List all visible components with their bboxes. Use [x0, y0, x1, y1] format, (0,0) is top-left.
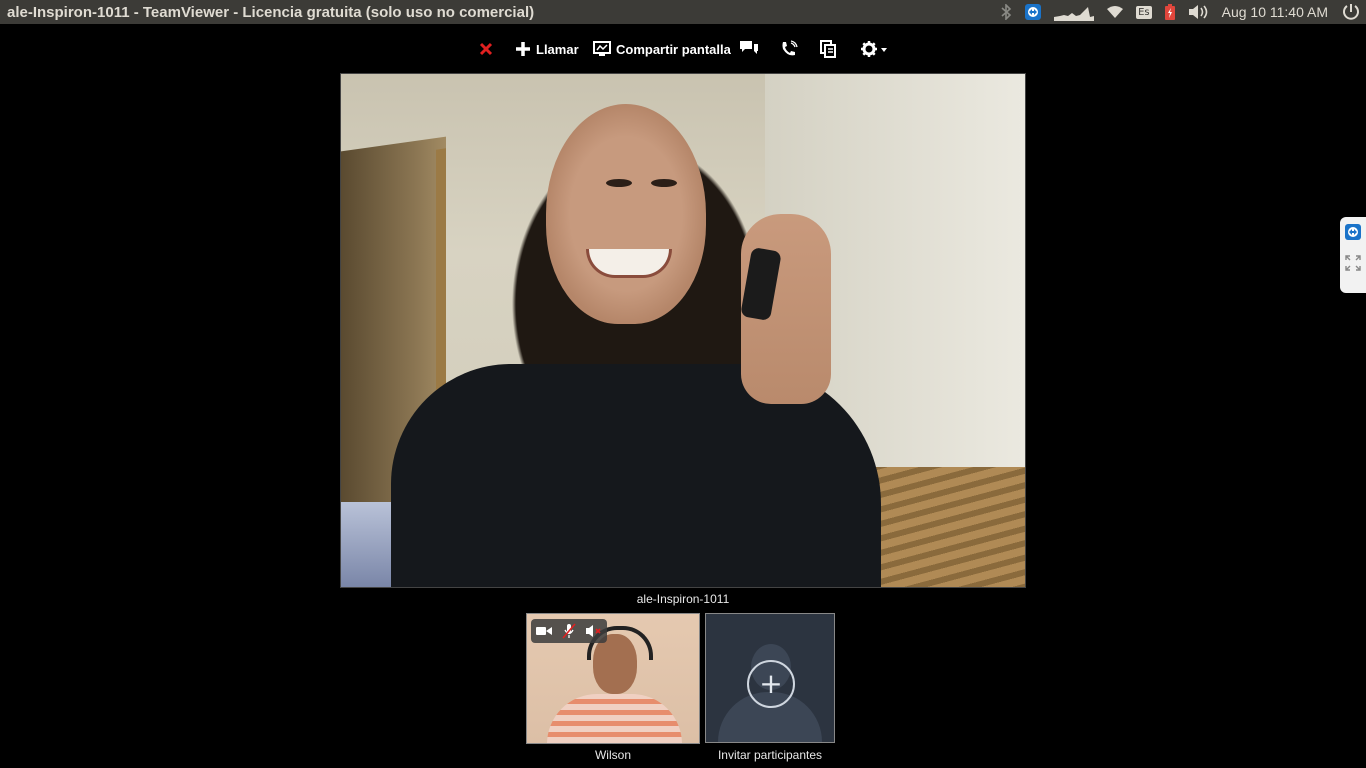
call-button-label: Llamar — [536, 41, 579, 57]
teamviewer-tray-icon[interactable] — [1024, 0, 1042, 24]
phone-icon — [782, 40, 798, 56]
window-title: ale-Inspiron-1011 - TeamViewer - Licenci… — [7, 3, 535, 21]
files-icon — [820, 40, 836, 58]
close-icon — [479, 42, 493, 56]
share-screen-button[interactable]: Compartir pantalla — [593, 37, 731, 61]
clock[interactable]: Aug 10 11:40 AM — [1222, 4, 1328, 20]
add-participant-icon: + — [747, 660, 795, 708]
participant-thumbnail-wilson[interactable] — [526, 613, 700, 744]
call-button[interactable]: Llamar — [515, 37, 579, 61]
end-call-button[interactable] — [479, 37, 493, 61]
battery-icon[interactable] — [1164, 0, 1176, 24]
phone-button[interactable] — [780, 37, 798, 61]
teamviewer-side-panel[interactable] — [1340, 217, 1366, 293]
volume-icon[interactable] — [1188, 0, 1210, 24]
participant-name-wilson: Wilson — [594, 748, 631, 762]
chat-button[interactable] — [739, 37, 759, 61]
system-top-panel: ale-Inspiron-1011 - TeamViewer - Licenci… — [0, 0, 1366, 24]
teamviewer-logo-icon[interactable] — [1344, 223, 1362, 241]
call-toolbar: Llamar Compartir pantalla — [0, 37, 1366, 61]
participant-media-controls — [531, 619, 607, 643]
files-button[interactable] — [820, 37, 836, 61]
microphone-muted-icon[interactable] — [562, 623, 576, 639]
system-tray: Es Aug 10 11:40 AM — [994, 0, 1366, 24]
monitor-icon — [593, 41, 611, 56]
chat-icon — [740, 41, 758, 54]
gear-icon — [861, 41, 887, 57]
network-graph-icon[interactable] — [1054, 0, 1095, 24]
settings-button[interactable] — [860, 37, 888, 61]
share-screen-label: Compartir pantalla — [616, 41, 731, 57]
bluetooth-icon[interactable] — [1000, 0, 1012, 24]
video-camera-icon[interactable] — [535, 625, 553, 637]
session-power-icon[interactable] — [1342, 0, 1360, 24]
expand-icon[interactable] — [1345, 255, 1361, 271]
invite-participants-button[interactable]: + — [705, 613, 835, 743]
plus-icon — [516, 42, 530, 56]
speaker-muted-icon[interactable] — [585, 624, 603, 638]
keyboard-language-icon[interactable]: Es — [1136, 0, 1152, 24]
invite-participants-label: Invitar participantes — [717, 748, 823, 762]
main-video-feed[interactable] — [340, 73, 1026, 588]
wifi-icon[interactable] — [1106, 0, 1124, 24]
main-participant-name: ale-Inspiron-1011 — [636, 592, 730, 606]
